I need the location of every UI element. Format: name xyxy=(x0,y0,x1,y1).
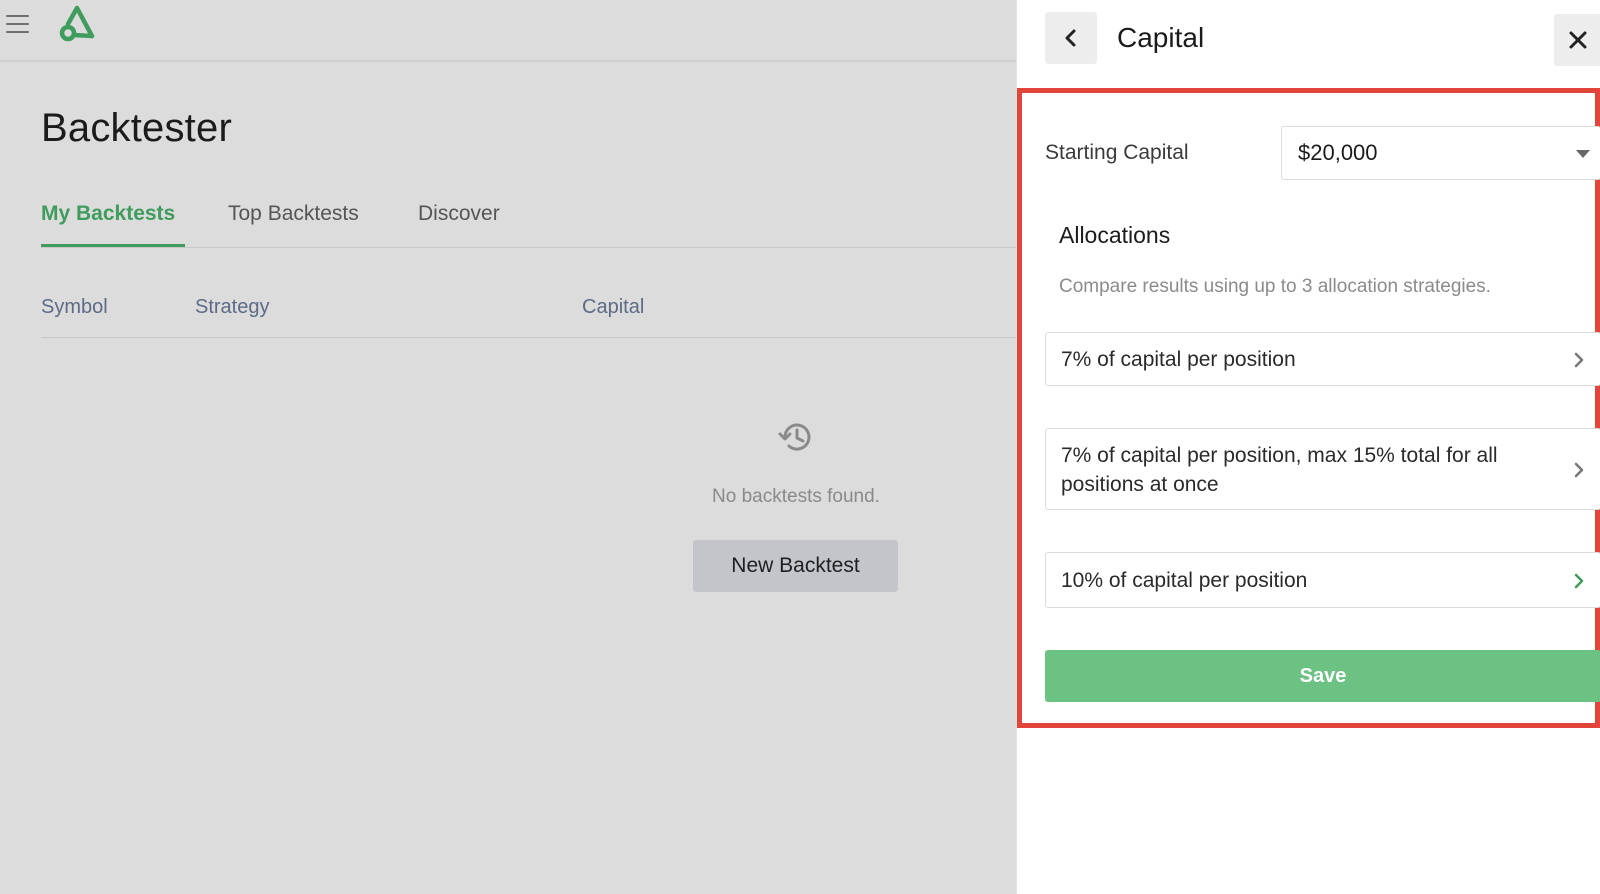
caret-down-icon xyxy=(1576,150,1590,158)
column-header-strategy[interactable]: Strategy xyxy=(195,296,269,319)
active-tab-indicator xyxy=(41,244,185,247)
allocation-option-3[interactable]: 10% of capital per position xyxy=(1045,552,1600,608)
app-logo[interactable] xyxy=(56,4,98,44)
main-app: Backtester My Backtests Top Backtests Di… xyxy=(0,0,1016,894)
allocations-title: Allocations xyxy=(1059,222,1171,248)
panel-title: Capital xyxy=(1117,22,1205,53)
tab-discover[interactable]: Discover xyxy=(418,202,500,226)
capital-panel: Capital Starting Capital $20,000 Allocat… xyxy=(1016,0,1600,894)
chevron-right-icon xyxy=(1574,573,1584,589)
allocation-option-label: 7% of capital per position xyxy=(1061,348,1296,371)
starting-capital-select[interactable]: $20,000 xyxy=(1281,126,1600,180)
allocations-description: Compare results using up to 3 allocation… xyxy=(1059,276,1491,297)
allocation-option-label: 10% of capital per position xyxy=(1061,569,1308,592)
history-icon xyxy=(778,423,811,451)
highlight-box xyxy=(1017,88,1600,728)
save-button[interactable]: Save xyxy=(1045,650,1600,702)
starting-capital-label: Starting Capital xyxy=(1045,141,1189,164)
allocation-option-2[interactable]: 7% of capital per position, max 15% tota… xyxy=(1045,428,1600,510)
column-header-symbol[interactable]: Symbol xyxy=(41,296,108,319)
allocation-option-1[interactable]: 7% of capital per position xyxy=(1045,332,1600,386)
tab-top-backtests[interactable]: Top Backtests xyxy=(228,202,359,226)
column-header-capital[interactable]: Capital xyxy=(582,296,644,319)
new-backtest-button[interactable]: New Backtest xyxy=(693,540,898,592)
empty-state-message: No backtests found. xyxy=(712,486,880,507)
back-button[interactable] xyxy=(1045,12,1097,64)
table-header-divider xyxy=(41,337,1016,338)
allocation-option-label: 7% of capital per position, max 15% tota… xyxy=(1061,444,1498,496)
tab-my-backtests[interactable]: My Backtests xyxy=(41,202,175,226)
tab-bar: My Backtests Top Backtests Discover xyxy=(41,196,1016,248)
page-title: Backtester xyxy=(41,106,232,150)
hamburger-menu-icon[interactable] xyxy=(6,12,30,36)
close-button[interactable] xyxy=(1554,14,1600,66)
top-bar xyxy=(0,0,1016,62)
chevron-right-icon xyxy=(1574,352,1584,368)
starting-capital-value: $20,000 xyxy=(1298,140,1378,165)
chevron-left-icon xyxy=(1065,29,1076,47)
chevron-right-icon xyxy=(1574,462,1584,478)
close-icon xyxy=(1569,31,1587,49)
